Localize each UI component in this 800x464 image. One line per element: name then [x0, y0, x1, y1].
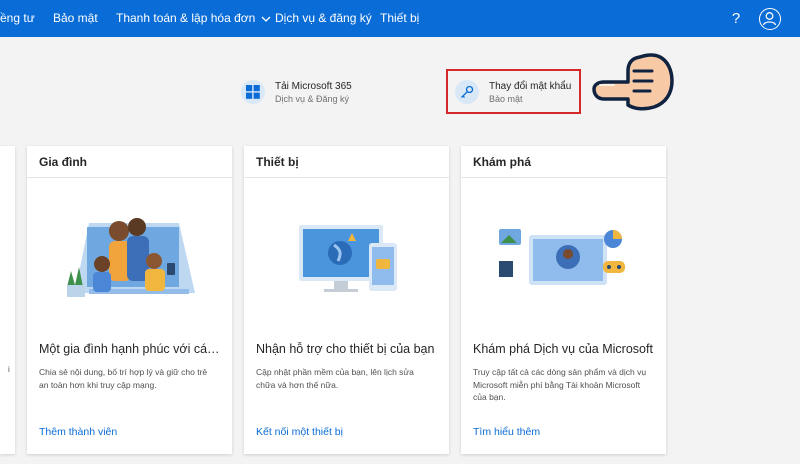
account-avatar[interactable] [759, 8, 781, 30]
card-header: Thiết bị [244, 146, 449, 178]
top-nav-bar: ềng tư Bảo mật Thanh toán & lập hóa đơn … [0, 0, 800, 37]
card-family: Gia đình Một gia đình hạnh phúc với các.… [27, 146, 232, 454]
learn-more-link[interactable]: Tìm hiểu thêm [473, 426, 540, 438]
nav-item-billing-label: Thanh toán & lập hóa đơn [116, 11, 256, 25]
nav-item-billing[interactable]: Thanh toán & lập hóa đơn [116, 0, 271, 37]
card-title: Nhận hỗ trợ cho thiết bị của bạn [256, 342, 435, 356]
card-header: Gia đình [27, 146, 232, 178]
partial-card [0, 146, 15, 454]
highlight-box [446, 69, 581, 114]
quick-link-subtitle: Dịch vụ & Đăng ký [275, 94, 350, 104]
card-title: Một gia đình hạnh phúc với các... [39, 342, 222, 356]
card-explore: Khám phá Khám phá Dịch vụ của Microsoft … [461, 146, 666, 454]
quick-link-title: Tải Microsoft 365 [275, 81, 352, 92]
devices-illustration [244, 179, 449, 329]
nav-item-services[interactable]: Dịch vụ & đăng ký [275, 0, 372, 37]
nav-item-security[interactable]: Bảo mật [53, 0, 98, 37]
pointing-hand-icon [592, 53, 674, 111]
card-description: Truy cập tất cả các dòng sản phẩm và dịc… [473, 367, 647, 402]
chevron-down-icon [261, 0, 271, 37]
quick-link-download-m365[interactable]: Tải Microsoft 365 Dịch vụ & Đăng ký [241, 78, 381, 108]
add-member-link[interactable]: Thêm thành viên [39, 426, 117, 438]
card-title: Khám phá Dịch vụ của Microsoft [473, 342, 653, 356]
card-header: Khám phá [461, 146, 666, 178]
family-illustration [27, 179, 232, 329]
card-devices: Thiết bị Nhận hỗ trợ cho thiết bị của bạ… [244, 146, 449, 454]
help-button[interactable]: ? [729, 0, 743, 37]
connect-device-link[interactable]: Kết nối một thiết bị [256, 426, 343, 438]
nav-item-privacy[interactable]: ềng tư [0, 0, 35, 37]
explore-illustration [461, 179, 666, 329]
nav-item-devices[interactable]: Thiết bị [380, 0, 419, 37]
person-icon [762, 12, 777, 26]
card-description: Cập nhật phần mềm của bạn, lên lịch sửa … [256, 367, 414, 390]
windows-icon [241, 80, 265, 104]
partial-card-text: i [8, 365, 10, 374]
card-description: Chia sẻ nội dung, bố trí hợp lý và giữ c… [39, 367, 208, 390]
